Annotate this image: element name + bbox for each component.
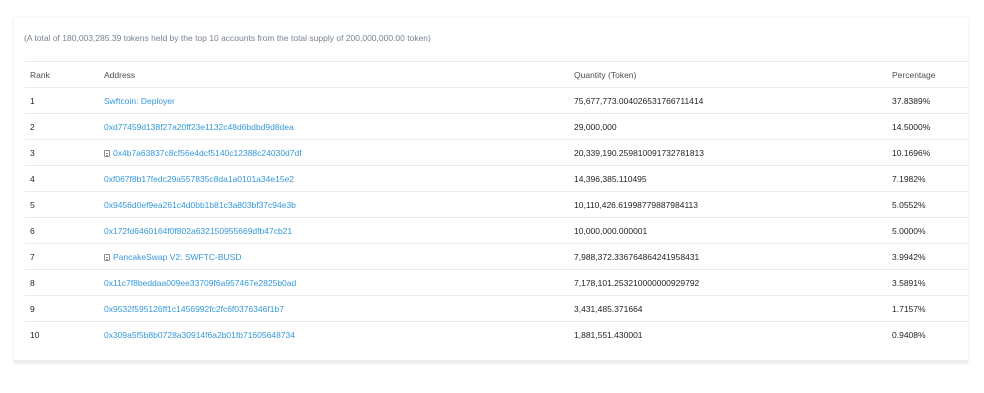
table-row: 8 0x11c7f8beddaa009ee33709f6a957467e2825b… xyxy=(25,269,968,296)
percentage-cell: 3.5891% xyxy=(887,269,968,296)
holders-summary: (A total of 180,003,285.39 tokens held b… xyxy=(24,33,431,43)
quantity-cell: 14,396,385.110495 xyxy=(569,165,887,192)
holder-address-link[interactable]: 0x172fd6460164f0f802a632150955669dfb47cb… xyxy=(104,226,292,236)
address-cell: 0x9456d0ef9ea261c4d0bb1b81c3a803bf37c94e… xyxy=(99,191,569,218)
rank-cell: 4 xyxy=(25,165,99,192)
holder-address-link[interactable]: 0x9456d0ef9ea261c4d0bb1b81c3a803bf37c94e… xyxy=(104,200,296,210)
quantity-cell: 75,677,773.004026531766711414 xyxy=(569,87,887,114)
address-cell: 0x309a5f5b8b0728a30914f6a2b01fb716056487… xyxy=(99,322,569,348)
holder-address-link[interactable]: PancakeSwap V2: SWFTC-BUSD xyxy=(113,252,241,262)
header-quantity: Quantity (Token) xyxy=(569,61,887,88)
quantity-cell: 7,178,101.253210000000929792 xyxy=(569,269,887,296)
percentage-cell: 10.1696% xyxy=(887,139,968,166)
table-header: Rank Address Quantity (Token) Percentage xyxy=(25,61,968,88)
header-row: Rank Address Quantity (Token) Percentage xyxy=(25,61,968,88)
quantity-cell: 1,881,551.430001 xyxy=(574,329,643,340)
percentage-cell: 7.1982% xyxy=(887,165,968,192)
holder-address-link[interactable]: 0x11c7f8beddaa009ee33709f6a957467e2825b0… xyxy=(104,278,296,288)
table-row: 3 0x4b7a63837c8cf56e4dcf5140c12388c24030d… xyxy=(25,139,968,166)
holder-address-link[interactable]: Swftcoin: Deployer xyxy=(104,96,175,106)
holder-address-link[interactable]: 0x4b7a63837c8cf56e4dcf5140c12388c24030d7… xyxy=(113,148,302,158)
percentage-cell: 3.9942% xyxy=(887,243,968,270)
percentage-cell: 5.0000% xyxy=(887,217,968,244)
rank-cell: 7 xyxy=(25,243,99,270)
table-body: 1 Swftcoin: Deployer 75,677,773.0040265317… xyxy=(25,87,968,348)
quantity-cell: 7,988,372.336764864241958431 xyxy=(569,243,887,270)
quantity-cell: 10,000,000.000001 xyxy=(569,217,887,244)
table-row: 1 Swftcoin: Deployer 75,677,773.0040265317… xyxy=(25,87,968,114)
quantity-cell: 10,110,426.61998779887984113 xyxy=(569,191,887,218)
percentage-cell: 0.9408% xyxy=(892,329,926,340)
holder-address-link[interactable]: 0xf067f8b17fedc29a557835c8da1a0101a34e15… xyxy=(104,174,294,184)
rank-cell: 8 xyxy=(25,269,99,296)
address-cell: 0xf067f8b17fedc29a557835c8da1a0101a34e15… xyxy=(99,165,569,192)
header-percentage: Percentage xyxy=(887,61,968,88)
quantity-cell: 20,339,190.259810091732781813 xyxy=(569,139,887,166)
rank-cell: 3 xyxy=(25,139,99,166)
holders-table: Rank Address Quantity (Token) Percentage… xyxy=(25,61,968,347)
address-cell: 0x9532f595126ff1c1456992fc2fc6f0376346f1… xyxy=(99,295,569,322)
header-rank: Rank xyxy=(25,61,99,88)
holder-address-link[interactable]: 0x309a5f5b8b0728a30914f6a2b01fb716056487… xyxy=(104,330,295,340)
percentage-cell: 1.7157% xyxy=(887,295,968,322)
rank-cell: 5 xyxy=(25,191,99,218)
table-row: 5 0x9456d0ef9ea261c4d0bb1b81c3a803bf37c94… xyxy=(25,191,968,218)
rank-cell: 10 xyxy=(30,329,40,340)
contract-doc-icon xyxy=(104,149,110,157)
address-cell: 0xd77459d138f27a20ff23e1132c48d6bdbd9d8d… xyxy=(99,113,569,140)
address-cell: Swftcoin: Deployer xyxy=(99,87,569,114)
rank-cell: 9 xyxy=(25,295,99,322)
token-holders-card: (A total of 180,003,285.39 tokens held b… xyxy=(14,18,968,363)
rank-cell: 6 xyxy=(25,217,99,244)
percentage-cell: 37.8389% xyxy=(887,87,968,114)
percentage-cell: 5.0552% xyxy=(887,191,968,218)
table-row: 10 0x309a5f5b8b0728a30914f6a2b01fb7160564… xyxy=(25,322,968,348)
table-row: 2 0xd77459d138f27a20ff23e1132c48d6bdbd9d8… xyxy=(25,113,968,140)
table-row: 6 0x172fd6460164f0f802a632150955669dfb47c… xyxy=(25,217,968,244)
holder-address-link[interactable]: 0xd77459d138f27a20ff23e1132c48d6bdbd9d8d… xyxy=(104,122,294,132)
holder-address-link[interactable]: 0x9532f595126ff1c1456992fc2fc6f0376346f1… xyxy=(104,304,284,314)
contract-doc-icon xyxy=(104,253,110,261)
rank-cell: 1 xyxy=(25,87,99,114)
header-address: Address xyxy=(99,61,569,88)
address-cell: 0x4b7a63837c8cf56e4dcf5140c12388c24030d7… xyxy=(99,139,569,166)
rank-cell: 2 xyxy=(25,113,99,140)
table-row: 9 0x9532f595126ff1c1456992fc2fc6f0376346f… xyxy=(25,295,968,322)
quantity-cell: 3,431,485.371664 xyxy=(569,295,887,322)
percentage-cell: 14.5000% xyxy=(887,113,968,140)
address-cell: 0x172fd6460164f0f802a632150955669dfb47cb… xyxy=(99,217,569,244)
table-row: 4 0xf067f8b17fedc29a557835c8da1a0101a34e1… xyxy=(25,165,968,192)
table-row: 7 PancakeSwap V2: SWFTC-BUSD 7,988,372.336… xyxy=(25,243,968,270)
address-cell: PancakeSwap V2: SWFTC-BUSD xyxy=(99,243,569,270)
quantity-cell: 29,000,000 xyxy=(569,113,887,140)
address-cell: 0x11c7f8beddaa009ee33709f6a957467e2825b0… xyxy=(99,269,569,296)
